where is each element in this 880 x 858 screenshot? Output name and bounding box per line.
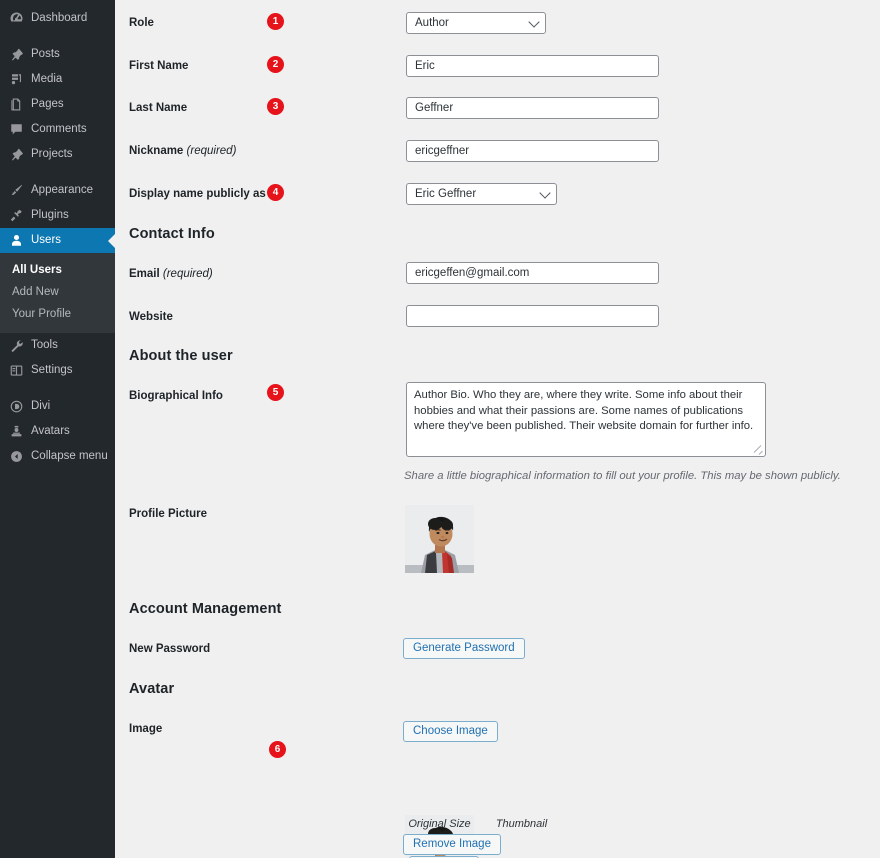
- step-badge-1: 1: [267, 13, 284, 30]
- plugin-icon: [8, 208, 24, 224]
- pages-icon: [8, 97, 24, 113]
- sidebar-item-label: Users: [31, 235, 61, 247]
- step-badge-5: 5: [267, 384, 284, 401]
- email-required-note: (required): [163, 268, 213, 280]
- sidebar-item-label: Divi: [31, 401, 50, 413]
- step-badge-2: 2: [267, 56, 284, 73]
- role-select-wrapper[interactable]: Author: [406, 12, 546, 34]
- settings-icon: [8, 363, 24, 379]
- wrench-icon: [8, 338, 24, 354]
- display-name-label: Display name publicly as: [129, 187, 266, 201]
- nickname-required-note: (required): [187, 145, 237, 157]
- admin-sidebar: Dashboard Posts Media Pages Comment: [0, 0, 115, 858]
- sidebar-item-label: Tools: [31, 340, 58, 352]
- email-label: Email (required): [129, 267, 213, 281]
- sidebar-item-media[interactable]: Media: [0, 67, 115, 92]
- sidebar-item-label: Media: [31, 74, 62, 86]
- sidebar-subitem-all-users[interactable]: All Users: [0, 259, 115, 281]
- admin-screen: Dashboard Posts Media Pages Comment: [0, 0, 880, 858]
- nickname-input[interactable]: [406, 140, 659, 162]
- first-name-input[interactable]: [406, 55, 659, 77]
- role-label: Role: [129, 16, 154, 30]
- nickname-label-text: Nickname: [129, 145, 183, 157]
- sidebar-item-collapse-menu[interactable]: Collapse menu: [0, 444, 115, 469]
- dashboard-icon: [8, 11, 24, 27]
- sidebar-item-label: Plugins: [31, 210, 69, 222]
- profile-picture-label: Profile Picture: [129, 507, 207, 521]
- sidebar-item-appearance[interactable]: Appearance: [0, 178, 115, 203]
- generate-password-button[interactable]: Generate Password: [403, 638, 525, 659]
- sidebar-item-comments[interactable]: Comments: [0, 117, 115, 142]
- email-input[interactable]: [406, 262, 659, 284]
- website-input[interactable]: [406, 305, 659, 327]
- sidebar-divider: [0, 167, 115, 178]
- avatar-caption-original: Original Size: [405, 818, 474, 830]
- biographical-info-textarea[interactable]: [406, 382, 766, 457]
- sidebar-submenu-users: All Users Add New Your Profile: [0, 253, 115, 333]
- user-icon: [8, 233, 24, 249]
- last-name-label: Last Name: [129, 101, 187, 115]
- sidebar-item-label: Avatars: [31, 426, 70, 438]
- sidebar-item-users[interactable]: Users: [0, 228, 115, 253]
- bio-textarea-wrapper[interactable]: [406, 382, 766, 457]
- pin-icon: [8, 47, 24, 63]
- sidebar-item-divi[interactable]: Divi: [0, 394, 115, 419]
- sidebar-item-dashboard[interactable]: Dashboard: [0, 6, 115, 31]
- website-label: Website: [129, 310, 173, 324]
- display-name-select-wrapper[interactable]: Eric Geffner: [406, 183, 557, 205]
- sidebar-item-label: Projects: [31, 149, 73, 161]
- avatar-heading: Avatar: [129, 681, 174, 697]
- sidebar-item-label: Comments: [31, 124, 87, 136]
- sidebar-item-posts[interactable]: Posts: [0, 42, 115, 67]
- sidebar-item-label: Dashboard: [31, 13, 87, 25]
- avatars-icon: [8, 424, 24, 440]
- sidebar-item-label: Collapse menu: [31, 451, 108, 463]
- avatar-illustration: [405, 505, 474, 573]
- biographical-info-description: Share a little biographical information …: [404, 469, 874, 483]
- comments-icon: [8, 122, 24, 138]
- sidebar-item-settings[interactable]: Settings: [0, 358, 115, 383]
- account-management-heading: Account Management: [129, 601, 281, 617]
- sidebar-divider: [0, 31, 115, 42]
- last-name-input[interactable]: [406, 97, 659, 119]
- sidebar-item-label: Pages: [31, 99, 64, 111]
- email-label-text: Email: [129, 268, 160, 280]
- remove-image-button[interactable]: Remove Image: [403, 834, 501, 855]
- sidebar-item-projects[interactable]: Projects: [0, 142, 115, 167]
- profile-form: Role Author First Name Last Name Nicknam…: [115, 0, 880, 858]
- sidebar-item-pages[interactable]: Pages: [0, 92, 115, 117]
- new-password-label: New Password: [129, 642, 210, 656]
- step-badge-4: 4: [267, 184, 284, 201]
- about-user-heading: About the user: [129, 348, 233, 364]
- profile-picture-avatar: [405, 505, 474, 573]
- media-icon: [8, 72, 24, 88]
- biographical-info-label: Biographical Info: [129, 389, 223, 403]
- avatar-caption-thumbnail: Thumbnail: [487, 818, 556, 830]
- step-badge-6: 6: [269, 741, 286, 758]
- role-select[interactable]: Author: [406, 12, 546, 34]
- sidebar-subitem-your-profile[interactable]: Your Profile: [0, 303, 115, 325]
- sidebar-item-tools[interactable]: Tools: [0, 333, 115, 358]
- nickname-label: Nickname (required): [129, 144, 236, 158]
- collapse-icon: [8, 449, 24, 465]
- sidebar-item-label: Settings: [31, 365, 73, 377]
- first-name-label: First Name: [129, 59, 188, 73]
- avatar-image-label: Image: [129, 722, 162, 736]
- pin-icon: [8, 147, 24, 163]
- divi-icon: [8, 399, 24, 415]
- contact-info-heading: Contact Info: [129, 226, 215, 242]
- sidebar-item-plugins[interactable]: Plugins: [0, 203, 115, 228]
- display-name-select[interactable]: Eric Geffner: [406, 183, 557, 205]
- sidebar-divider: [0, 383, 115, 394]
- sidebar-subitem-add-new[interactable]: Add New: [0, 281, 115, 303]
- choose-image-button[interactable]: Choose Image: [403, 721, 498, 742]
- sidebar-item-label: Appearance: [31, 185, 93, 197]
- step-badge-3: 3: [267, 98, 284, 115]
- sidebar-item-avatars[interactable]: Avatars: [0, 419, 115, 444]
- sidebar-item-label: Posts: [31, 49, 60, 61]
- brush-icon: [8, 183, 24, 199]
